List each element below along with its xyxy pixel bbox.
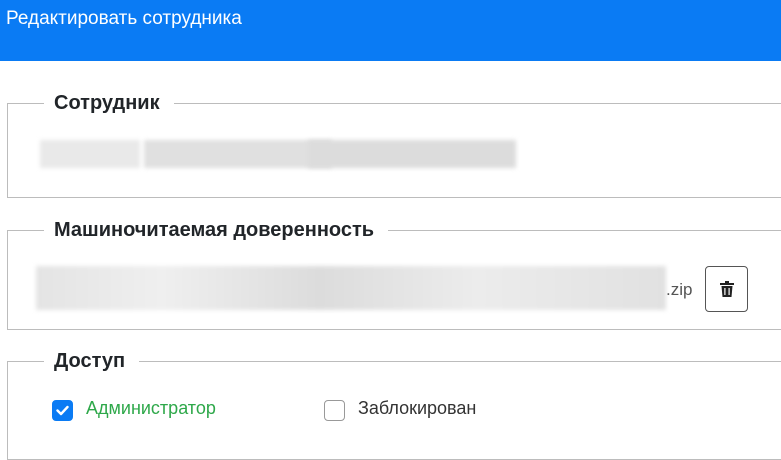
administrator-label[interactable]: Администратор — [86, 398, 216, 419]
redacted-block — [40, 140, 140, 168]
employee-legend: Сотрудник — [54, 92, 160, 114]
redacted-block — [36, 266, 666, 310]
checkmark-icon — [56, 405, 69, 416]
administrator-checkbox[interactable] — [52, 400, 73, 421]
blocked-checkbox[interactable] — [324, 400, 345, 421]
blocked-label[interactable]: Заблокирован — [358, 398, 476, 419]
employee-name-redacted — [40, 140, 516, 170]
redacted-block — [144, 140, 332, 168]
file-extension: .zip — [666, 280, 693, 299]
power-of-attorney-legend: Машиночитаемая доверенность — [54, 219, 375, 241]
delete-file-button[interactable] — [705, 266, 748, 312]
access-legend: Доступ — [54, 350, 126, 372]
redacted-block — [308, 140, 516, 168]
file-name-redacted[interactable] — [36, 262, 676, 316]
dialog-title: Редактировать сотрудника — [6, 8, 242, 29]
trash-icon — [719, 281, 734, 297]
dialog-header: Редактировать сотрудника — [0, 0, 781, 61]
